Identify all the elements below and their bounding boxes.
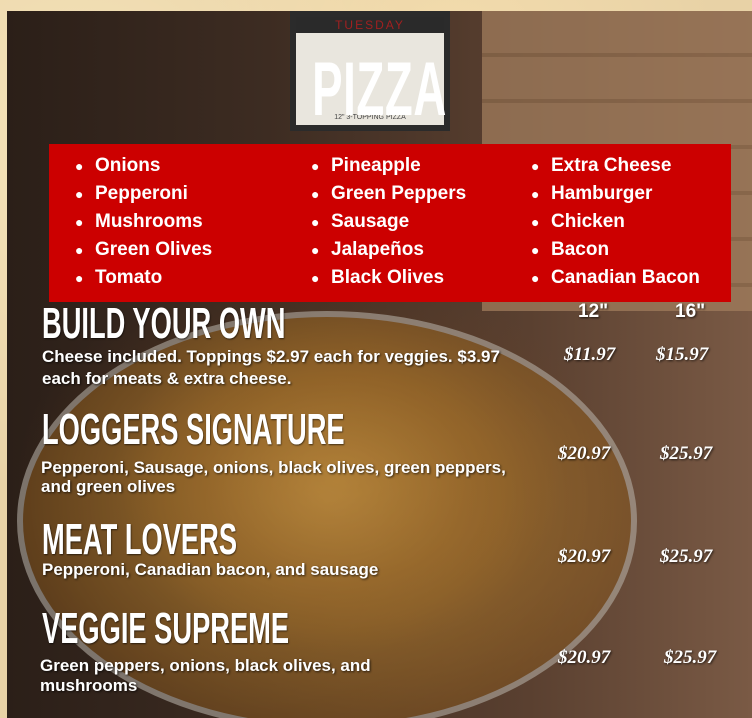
bullet-icon: ● (531, 158, 540, 174)
topping-item: ● Green Peppers (305, 180, 466, 208)
size-header-16: 16" (675, 301, 706, 322)
topping-item: ● Black Olives (305, 264, 466, 292)
item-description-meat-lovers: Pepperoni, Canadian bacon, and sausage (42, 560, 379, 579)
item-description-build-your-own: Cheese included. Toppings $2.97 each for… (42, 347, 500, 388)
item-description-veggie-supreme: Green peppers, onions, black olives, and… (40, 656, 371, 695)
page-title: PIZZA (312, 47, 447, 132)
price-16-veggie-supreme: $25.97 (664, 647, 717, 668)
price-16-build-your-own: $15.97 (656, 344, 709, 365)
toppings-column-1: ● Onions ● Pepperoni ● Mushrooms ● Green Oli… (69, 152, 212, 292)
item-title-veggie-supreme: VEGGIE SUPREME (42, 604, 290, 653)
toppings-box: ● Onions ● Pepperoni ● Mushrooms ● Green Oli… (49, 144, 731, 302)
bullet-icon: ● (531, 214, 540, 230)
price-12-loggers-signature: $20.97 (558, 443, 611, 464)
toppings-column-3: ● Extra Cheese ● Hamburger ● Chicken ● Bacon… (525, 152, 700, 292)
topping-item: ● Jalapeños (305, 236, 466, 264)
item-title-meat-lovers: MEAT LOVERS (42, 515, 238, 564)
bullet-icon: ● (531, 186, 540, 202)
topping-item: ● Canadian Bacon (525, 264, 700, 292)
sign-day: TUESDAY (296, 17, 444, 33)
bullet-icon: ● (531, 242, 540, 258)
item-description-loggers-signature: Pepperoni, Sausage, onions, black olives… (41, 458, 506, 496)
item-title-build-your-own: BUILD YOUR OWN (42, 299, 286, 348)
topping-item: ● Mushrooms (69, 208, 212, 236)
topping-item: ● Pineapple (305, 152, 466, 180)
topping-item: ● Pepperoni (69, 180, 212, 208)
size-header-12: 12" (578, 301, 609, 322)
topping-item: ● Sausage (305, 208, 466, 236)
price-16-meat-lovers: $25.97 (660, 546, 713, 567)
price-16-loggers-signature: $25.97 (660, 443, 713, 464)
bullet-icon: ● (75, 242, 84, 258)
bullet-icon: ● (75, 270, 84, 286)
bullet-icon: ● (311, 242, 320, 258)
bullet-icon: ● (75, 214, 84, 230)
topping-item: ● Extra Cheese (525, 152, 700, 180)
topping-item: ● Onions (69, 152, 212, 180)
bullet-icon: ● (75, 186, 84, 202)
menu-panel: TUESDAY 12" 3-TOPPING PIZZA PIZZA ● Onion… (7, 11, 752, 718)
bullet-icon: ● (311, 186, 320, 202)
topping-item: ● Green Olives (69, 236, 212, 264)
toppings-column-2: ● Pineapple ● Green Peppers ● Sausage ● Jala… (305, 152, 466, 292)
price-12-build-your-own: $11.97 (564, 344, 616, 365)
bullet-icon: ● (531, 270, 540, 286)
price-12-meat-lovers: $20.97 (558, 546, 611, 567)
bullet-icon: ● (311, 214, 320, 230)
item-title-loggers-signature: LOGGERS SIGNATURE (42, 405, 345, 454)
bullet-icon: ● (311, 158, 320, 174)
bullet-icon: ● (311, 270, 320, 286)
topping-item: ● Tomato (69, 264, 212, 292)
topping-item: ● Bacon (525, 236, 700, 264)
topping-item: ● Hamburger (525, 180, 700, 208)
bullet-icon: ● (75, 158, 84, 174)
price-12-veggie-supreme: $20.97 (558, 647, 611, 668)
topping-item: ● Chicken (525, 208, 700, 236)
